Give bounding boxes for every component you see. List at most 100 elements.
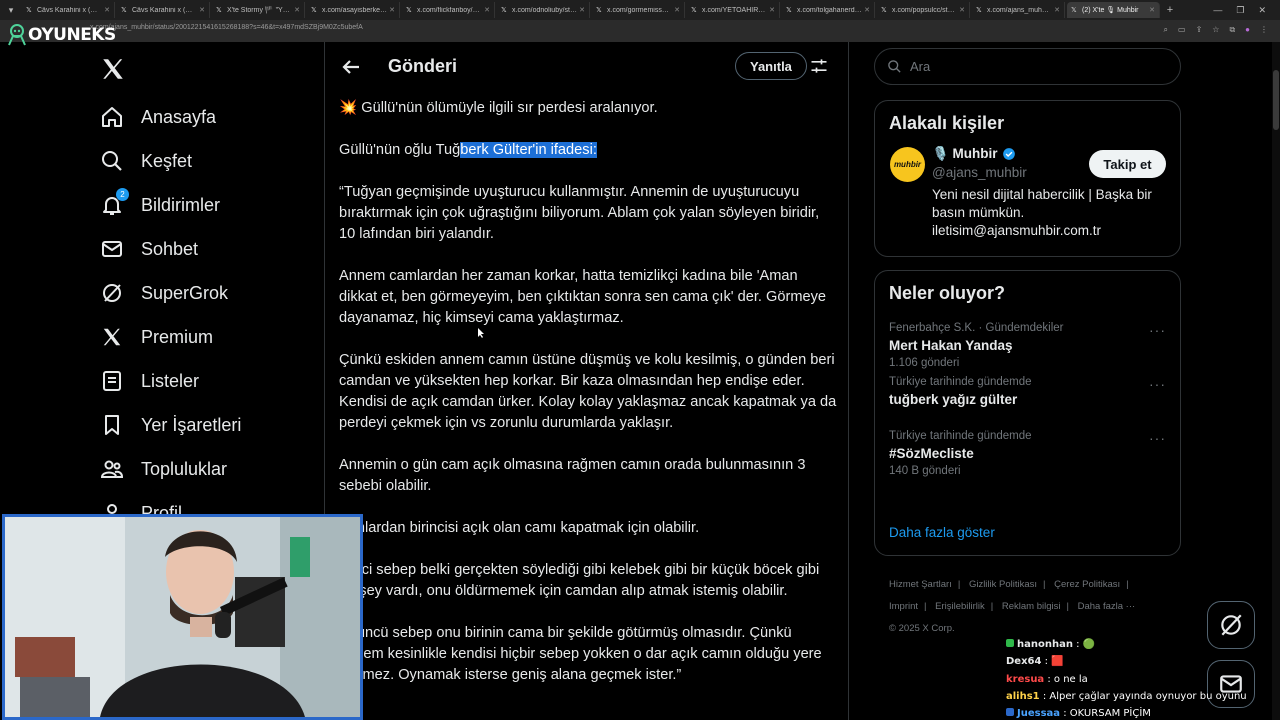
close-tab-icon[interactable]: ✕ bbox=[1147, 6, 1155, 14]
person-item[interactable]: muhbir 🎙️ Muhbir @ajans_muhbir Yeni nesi… bbox=[875, 134, 1180, 244]
browser-tab[interactable]: 𝕏 Câvs Karahini x (@cs ✕ bbox=[117, 2, 210, 18]
person-bio: Yeni nesil dijital habercilik | Başka bi… bbox=[932, 187, 1152, 238]
reply-button[interactable]: Yanıtla bbox=[735, 52, 807, 80]
nav-item-bookmarks[interactable]: Yer İşaretleri bbox=[98, 403, 298, 447]
follow-button[interactable]: Takip et bbox=[1089, 150, 1166, 178]
nav-item-home[interactable]: Anasayfa bbox=[98, 95, 298, 139]
star-icon[interactable]: ☆ bbox=[1212, 25, 1219, 35]
tab-label: (2) X'te 🎙 Muhbir bbox=[1082, 7, 1139, 14]
browser-tab[interactable]: 𝕏 (2) X'te 🎙 Muhbir ✕ bbox=[1067, 2, 1160, 18]
trends-card: Neler oluyor? Fenerbahçe S.K. · Gündemde… bbox=[874, 270, 1181, 556]
chat-text: Alper çağlar yayında oynuyor bu oyunu bbox=[1049, 690, 1247, 702]
community-icon bbox=[98, 455, 126, 483]
zoom-icon[interactable]: ⌕ bbox=[1164, 25, 1168, 35]
tab-label: X'te Stormy 🏴 "Yüzsü bbox=[227, 7, 293, 14]
close-tab-icon[interactable]: ✕ bbox=[102, 6, 110, 14]
post-paragraph: Annem camlardan her zaman korkar, hatta … bbox=[339, 268, 827, 326]
footer-links: Hizmet Şartları | Gizlilik Politikası | Çe… bbox=[889, 574, 1174, 640]
back-arrow-icon[interactable] bbox=[339, 55, 363, 79]
chat-username[interactable]: hanonhan bbox=[1017, 639, 1073, 650]
nav-label: Topluluklar bbox=[141, 458, 228, 479]
post-header: Gönderi Yanıtla bbox=[325, 42, 848, 92]
trend-item[interactable]: Türkiye tarihinde gündemde #SözMecliste … bbox=[875, 426, 1180, 480]
nav-item-communities[interactable]: Topluluklar bbox=[98, 447, 298, 491]
footer-link[interactable]: Çerez Politikası bbox=[1054, 579, 1120, 590]
trend-context: Türkiye tarihinde gündemde bbox=[889, 430, 1032, 442]
maximize-icon[interactable]: ❐ bbox=[1236, 5, 1244, 16]
browser-tab[interactable]: 𝕏x.com/tolgahanerdog ✕ bbox=[782, 2, 875, 18]
browser-tab[interactable]: 𝕏 X'te Stormy 🏴 "Yüzsü ✕ bbox=[212, 2, 305, 18]
close-tab-icon[interactable]: ✕ bbox=[862, 6, 870, 14]
trend-count: 1.106 gönderi bbox=[889, 357, 960, 369]
browser-tab[interactable]: 𝕏x.com/asayisberkemal ✕ bbox=[307, 2, 400, 18]
scrollbar-thumb[interactable] bbox=[1273, 70, 1279, 130]
close-tab-icon[interactable]: ✕ bbox=[957, 6, 965, 14]
close-tab-icon[interactable]: ✕ bbox=[197, 6, 205, 14]
x-favicon-icon: 𝕏 bbox=[216, 7, 222, 14]
close-tab-icon[interactable]: ✕ bbox=[387, 6, 395, 14]
text-selection: berk Gülter'in ifadesi: bbox=[460, 142, 597, 158]
nav-item-chat[interactable]: Sohbet bbox=[98, 227, 298, 271]
nav-label: Sohbet bbox=[141, 238, 199, 259]
browser-tab[interactable]: 𝕏 Câvs Karahini x (@cs ✕ bbox=[22, 2, 115, 18]
profile-avatar-icon[interactable]: ● bbox=[1245, 25, 1250, 35]
browser-tab[interactable]: 𝕏x.com/popsulcc/statu ✕ bbox=[877, 2, 970, 18]
chat-username[interactable]: kresua bbox=[1006, 674, 1044, 685]
url-text[interactable]: x.com/ajans_muhbir/status/20012215416152… bbox=[90, 24, 363, 31]
x-logo-icon[interactable] bbox=[100, 56, 126, 82]
footer-link[interactable]: Imprint bbox=[889, 601, 918, 612]
footer-link[interactable]: Gizlilik Politikası bbox=[969, 579, 1037, 590]
nav-item-supergrok[interactable]: SuperGrok bbox=[98, 271, 298, 315]
footer-link[interactable]: Reklam bilgisi bbox=[1002, 601, 1061, 612]
close-tab-icon[interactable]: ✕ bbox=[577, 6, 585, 14]
close-tab-icon[interactable]: ✕ bbox=[482, 6, 490, 14]
browser-tab[interactable]: 𝕏x.com/gormemissay/s ✕ bbox=[592, 2, 685, 18]
trend-item[interactable]: Fenerbahçe S.K. · Gündemdekiler Mert Hak… bbox=[875, 318, 1180, 372]
chat-username[interactable]: alihs1 bbox=[1006, 691, 1040, 702]
tab-search-icon[interactable]: ▾ bbox=[0, 0, 22, 20]
x-favicon-icon: 𝕏 bbox=[786, 7, 792, 14]
close-tab-icon[interactable]: ✕ bbox=[292, 6, 300, 14]
show-more-link[interactable]: Daha fazla göster bbox=[875, 519, 1009, 554]
related-people-title: Alakalı kişiler bbox=[889, 113, 1005, 133]
page-scrollbar[interactable] bbox=[1272, 42, 1280, 720]
close-tab-icon[interactable]: ✕ bbox=[672, 6, 680, 14]
footer-link[interactable]: Hizmet Şartları bbox=[889, 579, 952, 590]
nav-item-notifications[interactable]: 2 Bildirimler bbox=[98, 183, 298, 227]
sliders-icon[interactable] bbox=[809, 56, 829, 76]
nav-item-premium[interactable]: Premium bbox=[98, 315, 298, 359]
browser-tab[interactable]: 𝕏x.com/flickfanboy/stat ✕ bbox=[402, 2, 495, 18]
nav-label: Yer İşaretleri bbox=[141, 414, 242, 435]
post-paragraph: Çünkü eskiden annem camın üstüne düşmüş … bbox=[339, 352, 837, 431]
close-window-icon[interactable]: ✕ bbox=[1258, 5, 1266, 16]
search-input[interactable] bbox=[910, 59, 1150, 74]
browser-tab[interactable]: 𝕏x.com/ajans_muhbir/s ✕ bbox=[972, 2, 1065, 18]
extensions-icon[interactable]: ⧉ bbox=[1229, 25, 1235, 35]
menu-icon[interactable]: ⋮ bbox=[1260, 25, 1268, 35]
chat-username[interactable]: Dex64 bbox=[1006, 656, 1041, 667]
nav-item-lists[interactable]: Listeler bbox=[98, 359, 298, 403]
trend-item[interactable]: Türkiye tarihinde gündemde tuğberk yağız… bbox=[875, 372, 1180, 426]
more-options-icon[interactable]: ··· bbox=[1149, 322, 1166, 338]
browser-tab[interactable]: 𝕏x.com/odnoliuby/statu ✕ bbox=[497, 2, 590, 18]
person-name[interactable]: 🎙️ Muhbir bbox=[932, 146, 1016, 162]
trend-context: Türkiye tarihinde gündemde bbox=[889, 376, 1032, 388]
new-tab-button[interactable]: + bbox=[1162, 4, 1178, 16]
chat-username[interactable]: Juessaa bbox=[1017, 708, 1060, 719]
search-box[interactable] bbox=[874, 48, 1181, 85]
close-tab-icon[interactable]: ✕ bbox=[1052, 6, 1060, 14]
page-title: Gönderi bbox=[388, 56, 458, 76]
cast-icon[interactable]: ▭ bbox=[1178, 25, 1186, 35]
footer-link[interactable]: Erişilebilirlik bbox=[935, 601, 985, 612]
more-options-icon[interactable]: ··· bbox=[1149, 376, 1166, 392]
chat-colon: : bbox=[1044, 673, 1054, 685]
share-icon[interactable]: ⇪ bbox=[1196, 25, 1203, 35]
related-people-card: Alakalı kişiler muhbir 🎙️ Muhbir @ajans_… bbox=[874, 100, 1181, 257]
footer-link[interactable]: Daha fazla ··· bbox=[1078, 601, 1136, 612]
minimize-icon[interactable]: — bbox=[1213, 5, 1222, 16]
close-tab-icon[interactable]: ✕ bbox=[767, 6, 775, 14]
avatar[interactable]: muhbir bbox=[890, 147, 925, 182]
browser-tab[interactable]: 𝕏x.com/YETOAHIR/statu✕ bbox=[687, 2, 780, 18]
more-options-icon[interactable]: ··· bbox=[1149, 430, 1166, 446]
nav-item-explore[interactable]: Keşfet bbox=[98, 139, 298, 183]
